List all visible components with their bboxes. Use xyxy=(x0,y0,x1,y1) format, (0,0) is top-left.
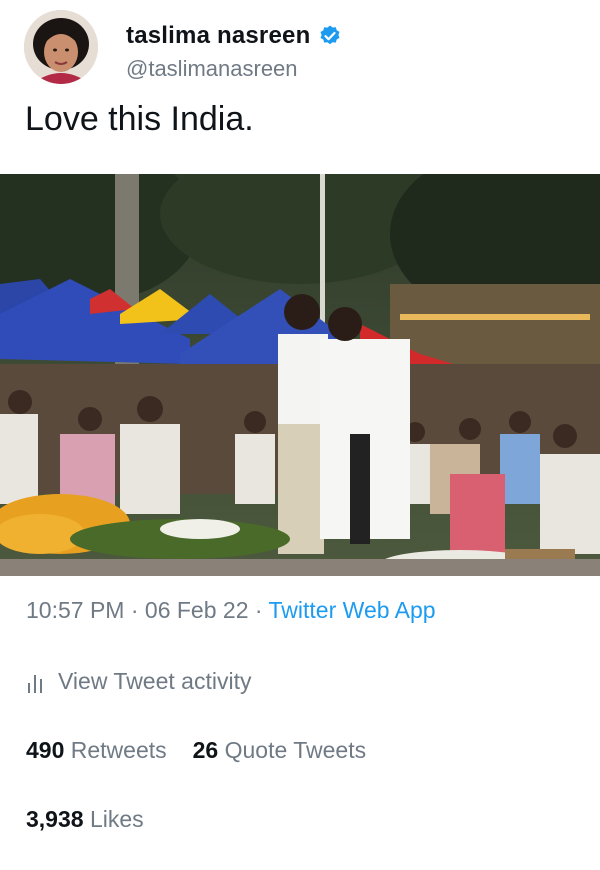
meta-separator: · xyxy=(124,597,145,623)
handle[interactable]: @taslimanasreen xyxy=(126,56,298,82)
tweet-text: Love this India. xyxy=(25,100,254,138)
tweet-date[interactable]: 06 Feb 22 xyxy=(145,597,249,623)
tweet-source-link[interactable]: Twitter Web App xyxy=(269,597,436,623)
likes-stat[interactable]: 3,938 Likes xyxy=(26,806,144,833)
avatar[interactable] xyxy=(24,10,98,84)
likes-count: 3,938 xyxy=(26,806,84,832)
view-tweet-activity-link[interactable]: View Tweet activity xyxy=(26,668,251,695)
retweets-count: 490 xyxy=(26,737,65,763)
tweet-meta: 10:57 PM · 06 Feb 22 · Twitter Web App xyxy=(26,597,436,624)
likes-label: Likes xyxy=(89,806,144,832)
activity-bars-icon xyxy=(28,674,42,693)
verified-badge-icon xyxy=(320,25,340,45)
quote-tweets-stat[interactable]: 26 Quote Tweets xyxy=(193,737,366,764)
tweet-photo[interactable] xyxy=(0,174,600,576)
retweets-label: Retweets xyxy=(70,737,167,763)
quote-tweets-label: Quote Tweets xyxy=(224,737,367,763)
display-name[interactable]: taslima nasreen xyxy=(126,22,310,50)
quote-tweets-count: 26 xyxy=(192,737,219,763)
retweets-stat[interactable]: 490 Retweets xyxy=(26,737,167,764)
tweet-time[interactable]: 10:57 PM xyxy=(26,597,124,623)
meta-separator: · xyxy=(248,597,269,623)
activity-label: View Tweet activity xyxy=(58,668,252,694)
avatar-image xyxy=(24,10,98,84)
tweet-stats: 490 Retweets 26 Quote Tweets xyxy=(26,737,392,764)
photo-image xyxy=(0,174,600,576)
tweet-header: taslima nasreen @taslimanasreen xyxy=(24,10,584,90)
name-row: taslima nasreen xyxy=(126,22,342,50)
